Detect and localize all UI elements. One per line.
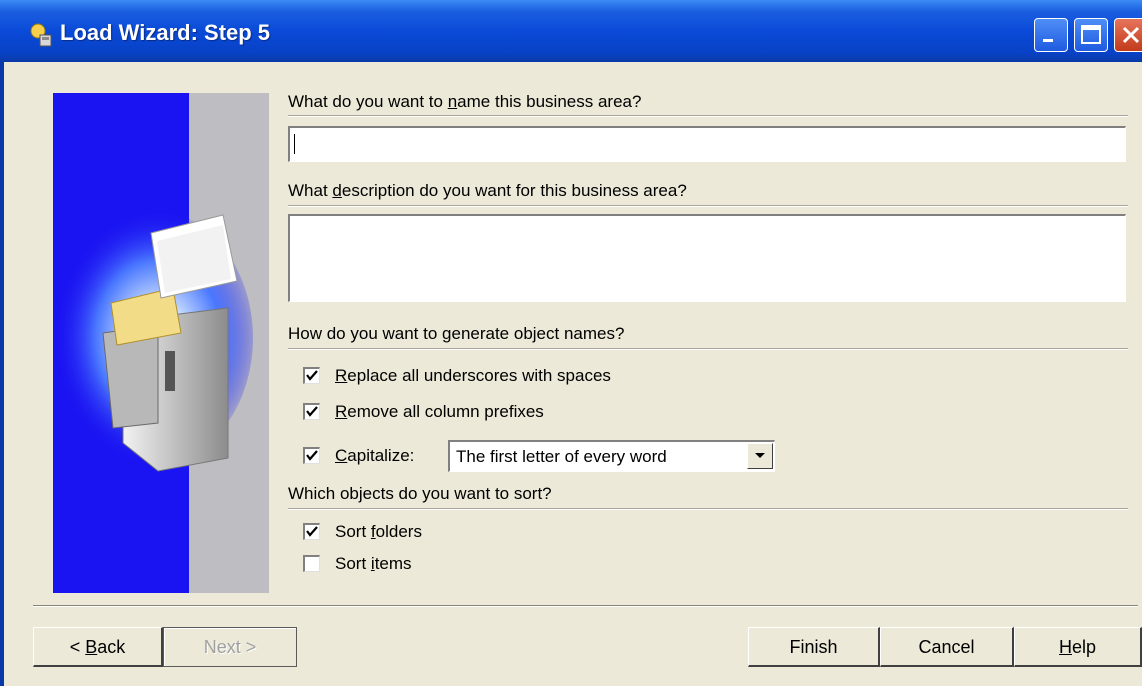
load-wizard-window: Load Wizard: Step 5 What do you want to … <box>0 0 1142 686</box>
option-text: tems <box>374 554 412 573</box>
replace-underscores-label[interactable]: Replace all underscores with spaces <box>335 366 611 386</box>
option-text: eplace all underscores with spaces <box>347 366 611 385</box>
next-button[interactable]: Next > <box>163 627 297 667</box>
name-label: What do you want to name this business a… <box>288 92 641 112</box>
checkmark-icon <box>306 406 318 417</box>
remove-prefixes-label[interactable]: Remove all column prefixes <box>335 402 544 422</box>
window-title: Load Wizard: Step 5 <box>60 20 271 45</box>
maximize-icon <box>1081 25 1101 44</box>
sort-section-label: Which objects do you want to sort? <box>288 484 552 503</box>
back-button-text: < <box>69 637 86 657</box>
sort-folders-label[interactable]: Sort folders <box>335 522 422 542</box>
name-label-access-key: n <box>447 92 458 111</box>
description-label-text-1: What <box>288 181 333 200</box>
name-label-text-1: What do you want to <box>288 92 448 111</box>
close-button[interactable] <box>1114 18 1142 52</box>
checkmark-icon <box>306 370 318 381</box>
footer-separator <box>33 605 1138 607</box>
option-text: apitalize: <box>347 446 415 465</box>
dropdown-arrow-icon <box>755 453 765 458</box>
sort-separator <box>288 508 1128 510</box>
option-text: Sort <box>335 522 371 541</box>
access-key: C <box>335 446 348 465</box>
capitalize-label[interactable]: Capitalize: <box>335 446 414 466</box>
checkmark-icon <box>306 526 318 537</box>
minimize-icon <box>1043 39 1053 42</box>
cancel-button[interactable]: Cancel <box>880 627 1014 667</box>
sort-items-checkbox[interactable] <box>303 555 320 572</box>
access-key: H <box>1058 637 1072 657</box>
wizard-illustration <box>53 93 269 593</box>
capitalize-selected-value: The first letter of every word <box>456 447 667 466</box>
back-button-text: ack <box>97 637 126 657</box>
capitalize-select[interactable]: The first letter of every word <box>448 440 775 472</box>
sort-items-label[interactable]: Sort items <box>335 554 412 574</box>
option-text: olders <box>375 522 422 541</box>
checkmark-icon <box>306 450 318 461</box>
description-separator <box>288 205 1128 207</box>
maximize-button[interactable] <box>1074 18 1108 52</box>
minimize-button[interactable] <box>1034 18 1068 52</box>
option-text: emove all column prefixes <box>347 402 544 421</box>
access-key: R <box>335 366 348 385</box>
name-separator <box>288 115 1128 117</box>
wizard-app-icon <box>30 23 52 47</box>
sort-folders-checkbox[interactable] <box>303 523 320 540</box>
business-area-name-input[interactable] <box>288 126 1126 162</box>
title-bar[interactable]: Load Wizard: Step 5 <box>0 0 1142 62</box>
capitalize-dropdown-button[interactable] <box>747 443 773 469</box>
option-text: Sort <box>335 554 371 573</box>
close-icon <box>1122 26 1140 44</box>
remove-prefixes-checkbox[interactable] <box>303 403 320 420</box>
filing-cabinet-illustration <box>53 93 269 593</box>
back-button[interactable]: < Back <box>33 627 163 667</box>
description-label-access-key: d <box>332 181 342 200</box>
naming-section-label: How do you want to generate object names… <box>288 324 625 343</box>
window-frame-left <box>0 62 4 686</box>
capitalize-checkbox[interactable] <box>303 447 320 464</box>
name-label-text-2: ame this business area? <box>457 92 642 111</box>
naming-separator <box>288 348 1128 350</box>
business-area-description-input[interactable] <box>288 214 1126 302</box>
access-key: B <box>85 637 98 657</box>
help-button[interactable]: Help <box>1014 627 1142 667</box>
text-caret <box>294 134 295 154</box>
replace-underscores-checkbox[interactable] <box>303 367 320 384</box>
help-button-text: elp <box>1071 637 1097 657</box>
description-label-text-2: escription do you want for this business… <box>341 181 687 200</box>
finish-button[interactable]: Finish <box>748 627 880 667</box>
description-label: What description do you want for this bu… <box>288 181 687 201</box>
access-key: R <box>335 402 348 421</box>
